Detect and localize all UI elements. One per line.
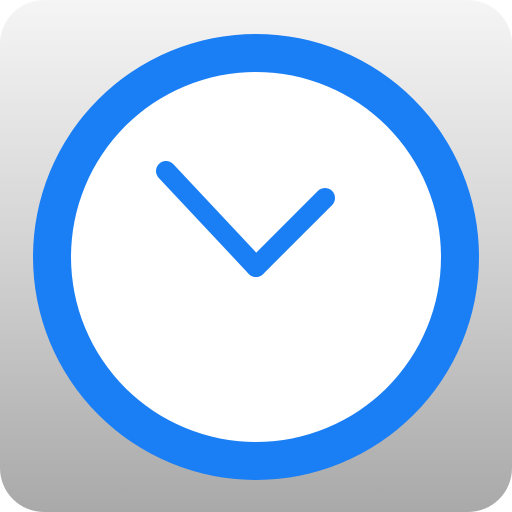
- clock-app-icon[interactable]: [0, 0, 512, 512]
- clock-icon: [33, 34, 479, 480]
